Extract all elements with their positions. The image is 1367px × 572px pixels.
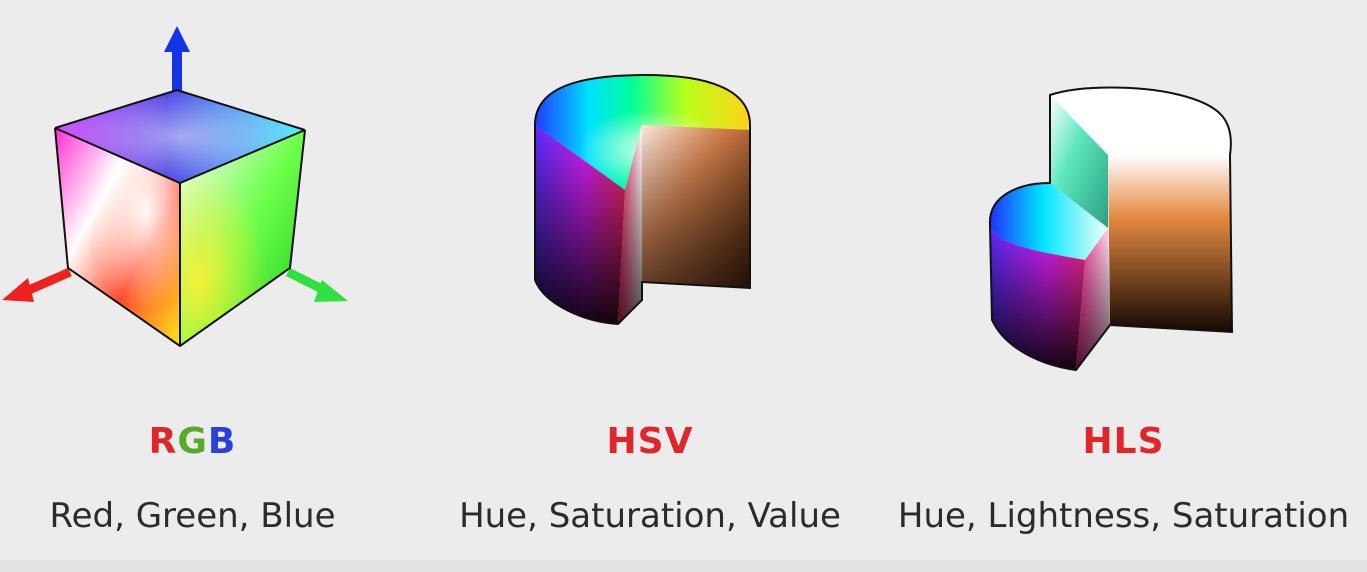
rgb-letter-r: R [148,421,178,462]
color-models-diagram: RGB Red, Green, Blue HSV Hue, Saturation… [0,0,1367,572]
hsv-acronym: HSV [606,421,694,462]
hls-acronym: HLS [1082,421,1165,462]
hsv-cylinder-icon [534,73,751,326]
red-axis-arrow [2,267,72,302]
blue-axis-arrow [164,26,190,92]
hls-double-cylinder-icon [988,86,1234,372]
green-axis-arrow [285,267,348,302]
hsv-description: Hue, Saturation, Value [459,496,841,536]
rgb-letter-g: G [177,421,208,462]
hls-description: Hue, Lightness, Saturation [897,496,1350,536]
bottom-band [0,560,1367,572]
rgb-model: RGB Red, Green, Blue [0,0,385,572]
hsv-model: HSV Hue, Saturation, Value [440,0,860,572]
rgb-acronym: RGB [0,418,385,466]
rgb-cube-icon [2,26,348,348]
rgb-letter-b: B [207,421,237,462]
rgb-description: Red, Green, Blue [49,496,336,536]
hls-model: HLS Hue, Lightness, Saturation [880,0,1367,572]
